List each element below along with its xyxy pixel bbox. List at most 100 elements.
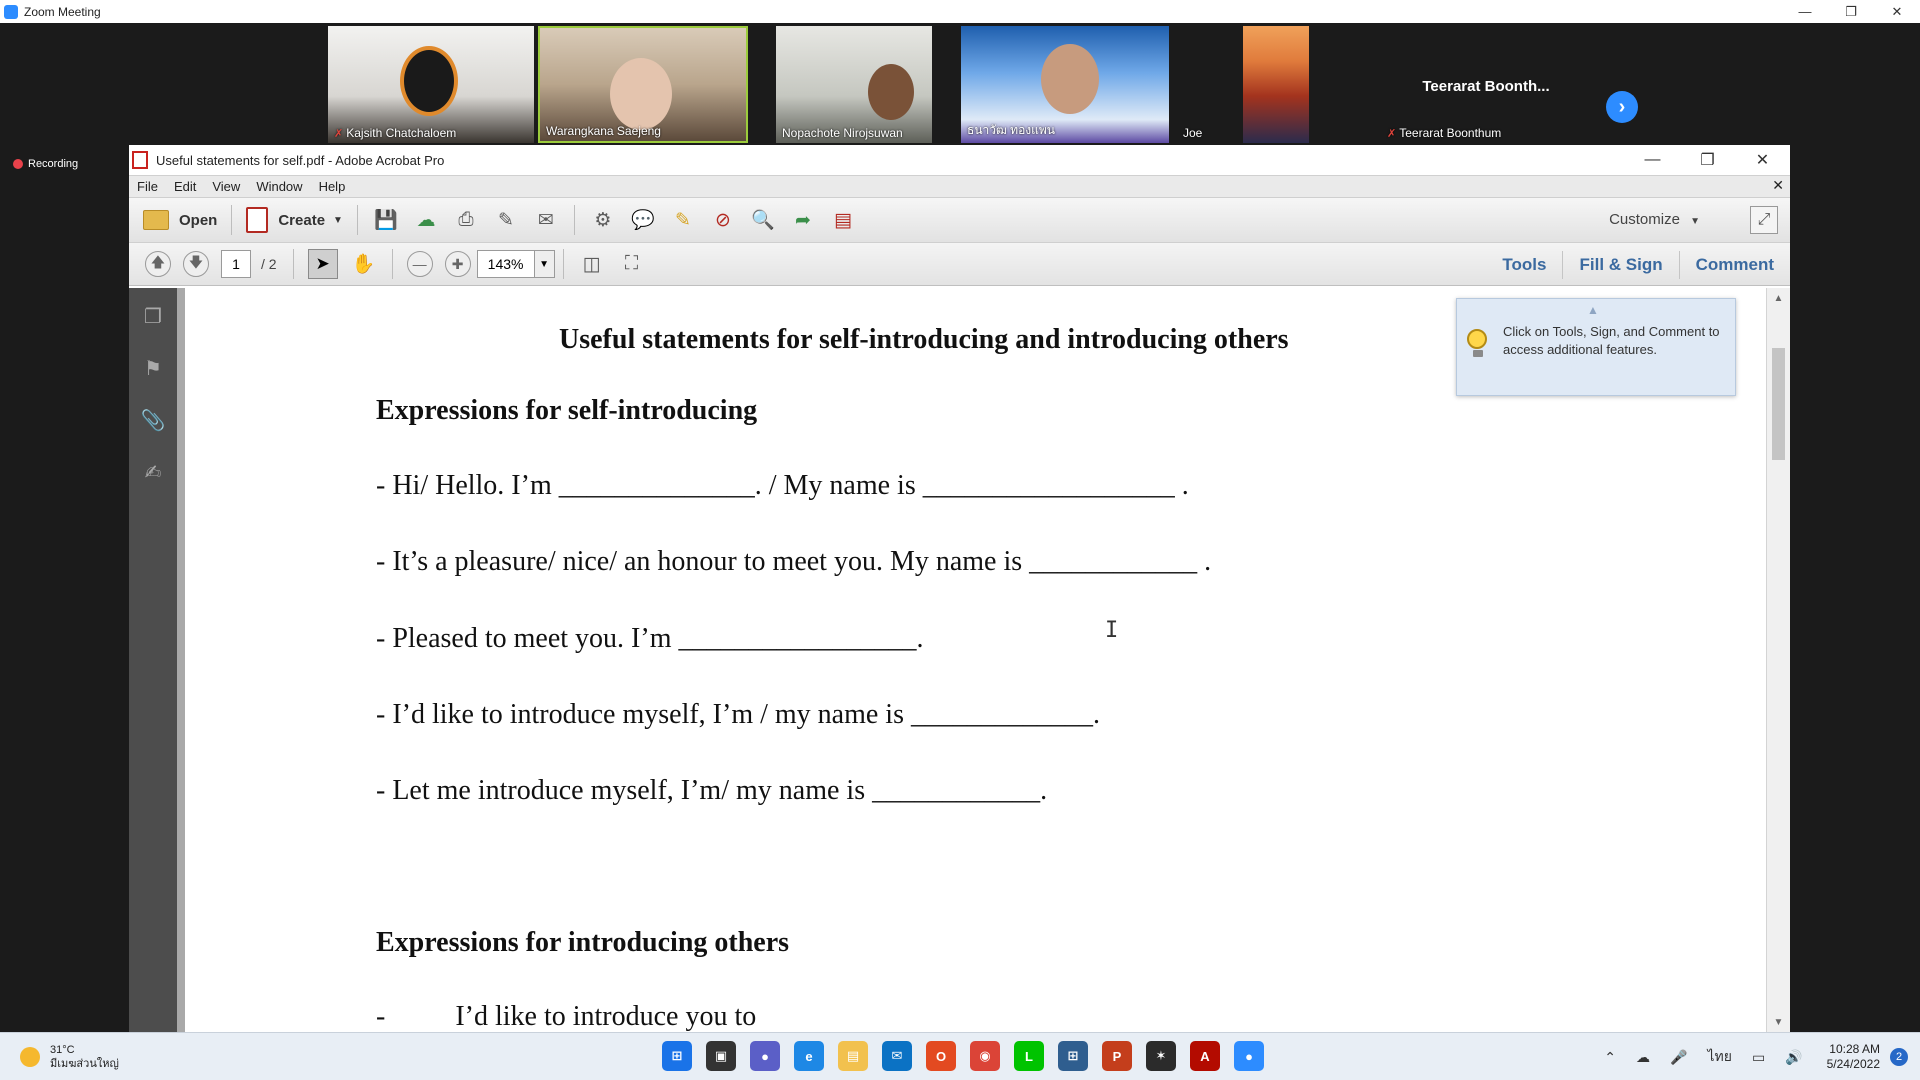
close-icon[interactable]: ✕ <box>1735 145 1790 175</box>
participant-tile[interactable]: Joe <box>1177 26 1310 143</box>
scroll-down-icon[interactable]: ▼ <box>1767 1012 1790 1032</box>
menu-window[interactable]: Window <box>248 179 310 194</box>
zoom-logo-icon <box>4 4 18 19</box>
vertical-scrollbar[interactable]: ▲ ▼ <box>1766 288 1790 1032</box>
menu-file[interactable]: File <box>129 179 166 194</box>
participant-tile[interactable]: ✗ Kajsith Chatchaloem <box>328 26 534 143</box>
participant-tile[interactable]: Teerarat Boonth... ✗ Teerarat Boonthum <box>1381 26 1591 143</box>
zoom-window-title: Zoom Meeting <box>24 4 101 19</box>
tab-fill-sign[interactable]: Fill & Sign <box>1562 251 1678 279</box>
next-page-arrow-icon[interactable]: › <box>1606 91 1638 123</box>
weather-widget[interactable]: 31°C มีเมฆส่วนใหญ่ <box>20 1043 119 1071</box>
zoom-level-input[interactable]: 143% <box>476 250 535 278</box>
upload-cloud-icon[interactable]: ☁ <box>412 206 440 234</box>
page-number-input[interactable]: 1 <box>221 250 251 278</box>
tab-comment[interactable]: Comment <box>1678 251 1790 279</box>
office-icon[interactable]: O <box>926 1041 956 1071</box>
create-button[interactable]: Create ▼ <box>240 203 349 237</box>
microphone-icon[interactable]: 🎤 <box>1670 1049 1687 1066</box>
section-heading: Expressions for self-introducing <box>376 395 758 426</box>
app-icon[interactable]: ✶ <box>1146 1041 1176 1071</box>
calculator-icon[interactable]: ⊞ <box>1058 1041 1088 1071</box>
participant-tile[interactable]: ธนาวัฒ ทองแพน <box>961 26 1169 143</box>
settings-gear-icon[interactable]: ⚙ <box>589 206 617 234</box>
scroll-up-icon[interactable]: ▲ <box>1767 288 1790 308</box>
redact-icon[interactable]: ⊘ <box>709 206 737 234</box>
edge-browser-icon[interactable]: e <box>794 1041 824 1071</box>
document-view[interactable]: Useful statements for self-introducing a… <box>177 288 1766 1032</box>
hand-tool-icon[interactable]: ✋ <box>350 250 378 278</box>
recording-dot-icon <box>13 159 23 169</box>
save-icon[interactable]: 💾 <box>372 206 400 234</box>
input-language[interactable]: ไทย <box>1707 1046 1731 1068</box>
scrollbar-thumb[interactable] <box>1772 348 1785 460</box>
full-screen-icon[interactable]: ⛶ <box>618 250 646 278</box>
close-icon[interactable]: ✕ <box>1874 0 1920 23</box>
participant-video <box>610 58 672 130</box>
participant-tile-active[interactable]: Warangkana Saejeng <box>538 26 748 143</box>
customize-dropdown[interactable]: Customize ▼ <box>1609 211 1700 228</box>
zoom-window-controls: — ❐ ✕ <box>1782 0 1920 23</box>
form-fill-icon[interactable]: ▤ <box>829 206 857 234</box>
zoom-out-icon[interactable]: — <box>406 251 433 277</box>
tab-tools[interactable]: Tools <box>1486 251 1562 279</box>
expand-icon[interactable]: ⤢ <box>1750 206 1778 234</box>
powerpoint-icon[interactable]: P <box>1102 1041 1132 1071</box>
task-view-icon[interactable]: ▣ <box>706 1041 736 1071</box>
minimize-icon[interactable]: — <box>1782 0 1828 23</box>
document-title: Useful statements for self-introducing a… <box>559 324 1289 355</box>
page-total: / 2 <box>261 256 277 272</box>
minimize-icon[interactable]: — <box>1625 145 1680 175</box>
weather-sun-icon <box>20 1047 40 1067</box>
zoom-app-icon[interactable]: ● <box>1234 1041 1264 1071</box>
toolbar-separator <box>356 205 358 235</box>
previous-page-icon[interactable]: 🡅 <box>145 251 171 277</box>
onedrive-cloud-icon[interactable]: ☁ <box>1636 1049 1650 1066</box>
bookmarks-icon[interactable]: ⚑ <box>137 352 169 384</box>
start-windows-icon[interactable]: ⊞ <box>662 1041 692 1071</box>
select-tool-icon[interactable]: ➤ <box>307 249 338 279</box>
zoom-in-icon[interactable]: ✚ <box>444 251 471 277</box>
folder-icon <box>143 210 169 230</box>
chrome-icon[interactable]: ◉ <box>970 1041 1000 1071</box>
open-button[interactable]: Open <box>137 203 223 237</box>
network-icon[interactable]: ▭ <box>1752 1049 1765 1066</box>
chevron-up-icon[interactable]: ▲ <box>1587 301 1599 319</box>
zoom-dropdown-icon[interactable]: ▼ <box>534 250 555 278</box>
print-icon[interactable]: ⎙ <box>452 206 480 234</box>
fit-page-icon[interactable]: ◫ <box>578 250 606 278</box>
restore-icon[interactable]: ❐ <box>1828 0 1874 23</box>
toolbar-separator <box>391 249 393 279</box>
section-heading: Expressions for introducing others <box>376 927 790 958</box>
participant-tile[interactable]: Nopachote Nirojsuwan <box>776 26 932 143</box>
comment-bubble-icon[interactable]: 💬 <box>629 206 657 234</box>
menu-edit[interactable]: Edit <box>166 179 204 194</box>
restore-icon[interactable]: ❐ <box>1680 145 1735 175</box>
highlight-icon[interactable]: ✎ <box>669 206 697 234</box>
menu-view[interactable]: View <box>204 179 248 194</box>
recording-indicator[interactable]: Recording <box>13 158 78 170</box>
taskbar-clock[interactable]: 10:28 AM 5/24/2022 <box>1827 1042 1880 1072</box>
edit-document-icon[interactable]: ✎ <box>492 206 520 234</box>
menu-help[interactable]: Help <box>311 179 354 194</box>
signatures-icon[interactable]: ✍ <box>137 456 169 488</box>
acrobat-window-controls: — ❐ ✕ <box>1625 145 1790 175</box>
line-app-icon[interactable]: L <box>1014 1041 1044 1071</box>
chevron-up-icon[interactable]: ⌃ <box>1604 1049 1616 1066</box>
attachments-paperclip-icon[interactable]: 📎 <box>137 404 169 436</box>
acrobat-icon[interactable]: A <box>1190 1041 1220 1071</box>
export-icon[interactable]: ➦ <box>789 206 817 234</box>
participant-name: Warangkana Saejeng <box>546 124 661 138</box>
volume-icon[interactable]: 🔊 <box>1785 1049 1802 1066</box>
mail-icon[interactable]: ✉ <box>882 1041 912 1071</box>
tools-tip-popup[interactable]: ▲ Click on Tools, Sign, and Comment to a… <box>1456 298 1736 396</box>
email-icon[interactable]: ✉ <box>532 206 560 234</box>
notification-badge[interactable]: 2 <box>1890 1048 1908 1066</box>
close-document-icon[interactable]: ✕ <box>1772 177 1784 194</box>
find-document-icon[interactable]: 🔍 <box>749 206 777 234</box>
file-explorer-icon[interactable]: ▤ <box>838 1041 868 1071</box>
next-page-icon[interactable]: 🡇 <box>183 251 209 277</box>
teams-chat-icon[interactable]: ● <box>750 1041 780 1071</box>
zoom-titlebar: Zoom Meeting — ❐ ✕ <box>0 0 1920 23</box>
page-thumbnails-icon[interactable]: ❐ <box>137 300 169 332</box>
